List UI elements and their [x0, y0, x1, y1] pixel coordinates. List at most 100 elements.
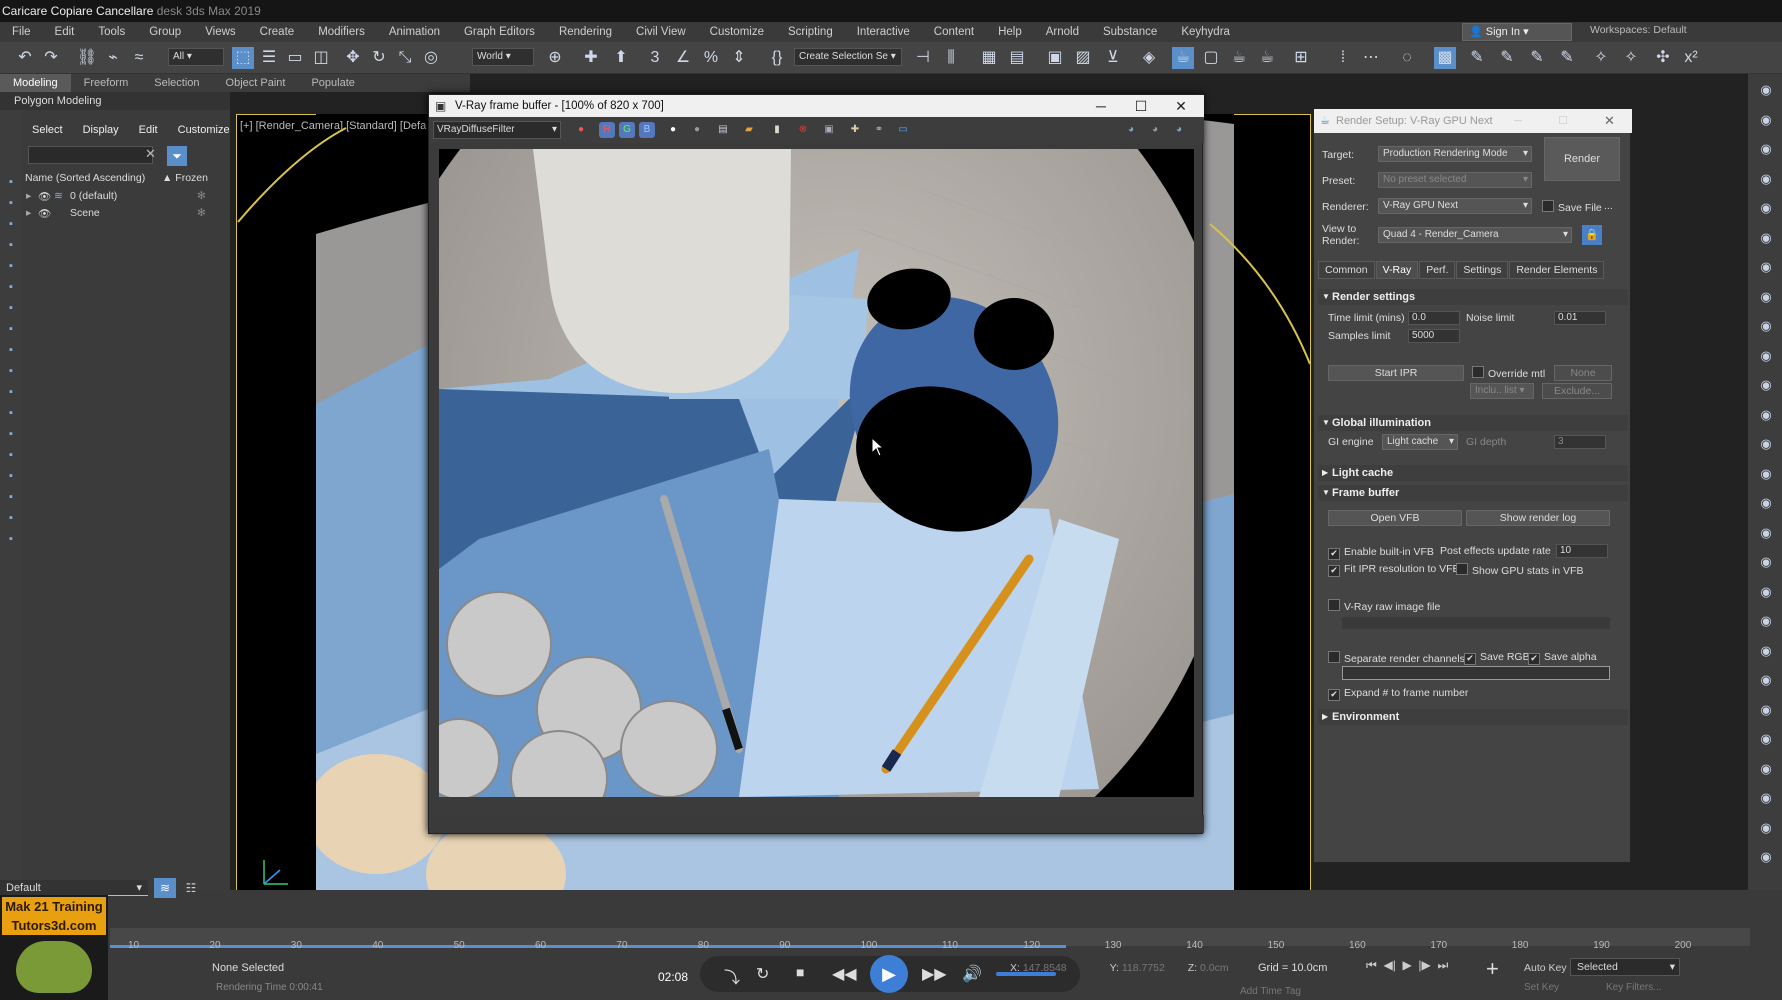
target-dropdown[interactable]: Production Rendering Mode ▾ — [1378, 146, 1532, 162]
tab-common[interactable]: Common — [1318, 261, 1375, 279]
fast-forward-icon[interactable]: ▶▶ — [922, 964, 947, 984]
ribbon-tab-populate[interactable]: Populate — [298, 74, 367, 92]
tab-render-elements[interactable]: Render Elements — [1509, 261, 1605, 279]
gi-depth-spinner[interactable]: 3 — [1554, 435, 1606, 449]
close-icon[interactable]: ✕ — [145, 146, 156, 162]
scene-menu-customize[interactable]: Customize — [168, 124, 240, 136]
menu-item-help[interactable]: Help — [986, 26, 1034, 38]
open-vfb-button[interactable]: Open VFB — [1328, 510, 1462, 526]
menu-item-group[interactable]: Group — [137, 26, 193, 38]
tab-v-ray[interactable]: V-Ray — [1375, 261, 1419, 279]
save-file-browse[interactable]: ... — [1604, 200, 1613, 212]
menu-item-file[interactable]: File — [0, 26, 43, 38]
clear-icon[interactable]: ▮ — [769, 122, 785, 138]
proxy-icon[interactable]: ◉ — [1757, 613, 1775, 631]
vray-light-c-icon[interactable]: ✎ — [1526, 47, 1548, 69]
override-mtl-button[interactable]: None — [1554, 365, 1612, 381]
move-icon[interactable]: ✥ — [342, 47, 364, 69]
volume-icon[interactable]: 🔊 — [962, 964, 982, 984]
expand-icon[interactable]: ▸ — [26, 190, 31, 202]
select-object-icon[interactable]: ⬚ — [232, 47, 254, 69]
ribbon-tab-freeform[interactable]: Freeform — [71, 74, 142, 92]
cube-icon[interactable]: ◉ — [1757, 348, 1775, 366]
add-time-tag[interactable]: Add Time Tag — [1240, 986, 1301, 997]
menu-item-arnold[interactable]: Arnold — [1034, 26, 1091, 38]
menu-item-interactive[interactable]: Interactive — [845, 26, 922, 38]
workspace-selector[interactable]: Workspaces: Default — [1590, 24, 1687, 36]
track-mouse-icon[interactable]: ✚ — [847, 122, 863, 138]
stop-icon[interactable]: ⊗ — [795, 122, 811, 138]
eye-icon[interactable]: 👁 — [38, 190, 51, 203]
rollout-light-cache[interactable]: ▶ Light cache — [1318, 465, 1628, 481]
y-field[interactable]: 118.7752 — [1122, 962, 1165, 974]
named-selection-dropdown[interactable]: Create Selection Se ▾ — [794, 48, 902, 66]
eye-icon[interactable]: 👁 — [38, 207, 51, 220]
window-crossing-icon[interactable]: ◫ — [310, 47, 332, 69]
time-slider-track[interactable] — [110, 928, 1750, 946]
color-channels-icon[interactable]: ● — [573, 122, 589, 138]
angle-snap-icon[interactable]: ∠ — [672, 47, 694, 69]
layers-icon[interactable]: ▪ — [3, 470, 19, 484]
vfb-channel-dropdown[interactable]: VRayDiffuseFilter ▾ — [433, 121, 561, 139]
render-button[interactable]: Render — [1544, 137, 1620, 181]
ribbon-tab-object-paint[interactable]: Object Paint — [213, 74, 299, 92]
reference-coordinate-dropdown[interactable]: World ▾ — [472, 48, 534, 66]
maximize-icon[interactable]: ☐ — [1558, 109, 1568, 133]
expand-frame-checkbox[interactable]: Expand # to frame number — [1328, 687, 1468, 701]
red-channel-icon[interactable]: R — [599, 122, 615, 138]
menu-item-content[interactable]: Content — [922, 26, 986, 38]
rendered-frame-window-icon[interactable]: ▢ — [1200, 47, 1222, 69]
save-file-checkbox[interactable]: Save File — [1542, 200, 1602, 214]
vray-light-a-icon[interactable]: ✎ — [1466, 47, 1488, 69]
motion-icon[interactable]: ▪ — [3, 239, 19, 253]
globe-icon[interactable]: ◉ — [1757, 525, 1775, 543]
vray-dome-icon[interactable]: ◌ — [1396, 47, 1418, 69]
place-icon[interactable]: ◎ — [420, 47, 442, 69]
layers-icon[interactable]: ◉ — [1757, 318, 1775, 336]
column-frozen[interactable]: ▲ Frozen — [162, 172, 208, 184]
menu-item-scripting[interactable]: Scripting — [776, 26, 845, 38]
replay-icon[interactable]: ↻ — [756, 964, 769, 984]
next-frame-icon[interactable]: |▶ — [1418, 958, 1430, 972]
bulb-icon[interactable]: ◉ — [1757, 702, 1775, 720]
snap-toggle-icon[interactable]: 3 — [644, 47, 666, 69]
rollout-frame-buffer[interactable]: ▼ Frame buffer — [1318, 485, 1628, 501]
menu-item-rendering[interactable]: Rendering — [547, 26, 624, 38]
preset-dropdown[interactable]: No preset selected ▾ — [1378, 172, 1532, 188]
cloud-icon[interactable]: ◉ — [1757, 259, 1775, 277]
create-icon[interactable]: ▪ — [3, 176, 19, 190]
pivot-icon[interactable]: ⊕ — [544, 47, 566, 69]
rect-selection-icon[interactable]: ▭ — [284, 47, 306, 69]
spacewarps-icon[interactable]: ▪ — [3, 386, 19, 400]
undo-icon[interactable]: ↶ — [14, 47, 36, 69]
scene-explorer-icon[interactable]: ▦ — [978, 47, 1000, 69]
menu-item-graph-editors[interactable]: Graph Editors — [452, 26, 547, 38]
unlink-icon[interactable]: ⌁ — [102, 47, 124, 69]
render-region-icon[interactable]: ▭ — [895, 122, 911, 138]
vray-light-b-icon[interactable]: ✎ — [1496, 47, 1518, 69]
helpers-icon[interactable]: ▪ — [3, 365, 19, 379]
noise-limit-spinner[interactable]: 0.01 — [1554, 311, 1606, 325]
scene-row[interactable]: ▸ 👁 Scene ✻ — [22, 207, 230, 223]
raw-image-checkbox[interactable]: V-Ray raw image file — [1328, 599, 1440, 613]
dome-icon[interactable]: ◉ — [1757, 466, 1775, 484]
vray-grid-icon[interactable]: ⁞ — [1332, 47, 1354, 69]
render-frame-icon[interactable]: ◉ — [1757, 171, 1775, 189]
layers-icon[interactable]: ≋ — [154, 878, 176, 898]
menu-item-edit[interactable]: Edit — [43, 26, 87, 38]
utilities-icon[interactable]: ▪ — [3, 281, 19, 295]
go-start-icon[interactable]: ⏮ — [1366, 958, 1377, 972]
layer-dropdown[interactable]: Default ▾ — [0, 880, 148, 896]
vfb-render-image[interactable] — [439, 149, 1194, 797]
hair-icon[interactable]: ◉ — [1757, 672, 1775, 690]
maximize-icon[interactable]: ☐ — [1121, 95, 1161, 117]
ribbon-toggle-icon[interactable]: ▣ — [1044, 47, 1066, 69]
override-mtl-checkbox[interactable]: Override mtl — [1472, 366, 1545, 380]
vray-toolbar-icon[interactable]: ▩ — [1434, 47, 1456, 69]
time-limit-spinner[interactable]: 0.0 — [1408, 311, 1460, 325]
scene-explorer-toggle-icon[interactable]: ☷ — [180, 878, 202, 898]
vray-light-d-icon[interactable]: ✎ — [1556, 47, 1578, 69]
start-ipr-button[interactable]: Start IPR — [1328, 365, 1464, 381]
align-icon[interactable]: ⫼ — [940, 47, 962, 69]
edit-icon[interactable]: ▪ — [3, 449, 19, 463]
